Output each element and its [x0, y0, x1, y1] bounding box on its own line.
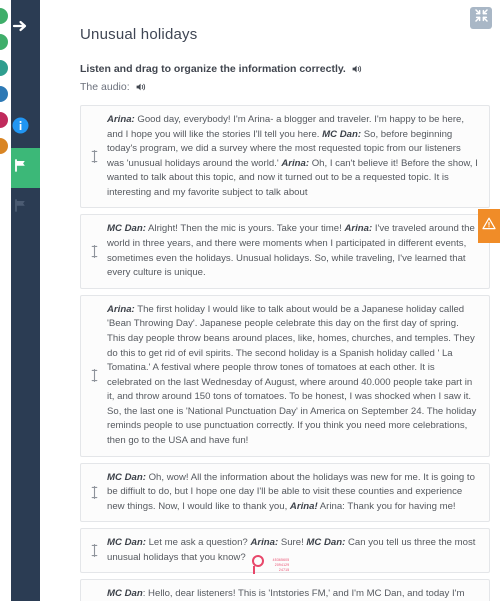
speaker-name: MC Dan: [107, 471, 146, 483]
color-dot [0, 110, 10, 130]
draggable-card[interactable]: MC Dan: Hello, dear listeners! This is '… [80, 579, 490, 601]
flag-icon [12, 157, 29, 179]
speaker-name: MC Dan: [306, 537, 346, 549]
logo-text-line: 24715 [278, 568, 290, 573]
brand-logo: 45365605 2094129 24715 [40, 555, 500, 575]
speech-text: : Hello, dear listeners! This is 'Intsto… [142, 588, 465, 600]
speaker-name: MC Dan [107, 588, 143, 600]
instruction-text-row: Listen and drag to organize the informat… [80, 63, 500, 75]
instructions-block: Listen and drag to organize the informat… [40, 43, 500, 93]
draggable-card[interactable]: MC Dan: Oh, wow! All the information abo… [80, 462, 490, 523]
speech-text: Sure! [278, 537, 307, 549]
speaker-name: Arina: [281, 157, 310, 169]
speaker-name: Arina: [344, 223, 373, 235]
speaker-name: Arina: [107, 114, 135, 125]
card-text: MC Dan: Hello, dear listeners! This is '… [107, 587, 479, 601]
instruction-text: Listen and drag to organize the informat… [80, 63, 346, 75]
speech-text: Alright! Then the mic is yours. Take you… [145, 223, 345, 235]
color-dot [0, 6, 10, 26]
speaker-name: Arina: [107, 303, 135, 315]
audio-speaker-icon[interactable] [136, 82, 147, 92]
logo-text-line: 2094129 [274, 562, 290, 567]
drag-handle-icon[interactable] [88, 368, 100, 384]
card-text: Arina: The first holiday I would like to… [107, 303, 479, 449]
warning-tab-button[interactable] [478, 209, 500, 243]
card-text: MC Dan: Alright! Then the mic is yours. … [107, 222, 479, 280]
speaker-name: Arina: [250, 537, 279, 549]
draggable-card-list[interactable]: Arina: Good day, everybody! I'm Arina- a… [40, 105, 500, 601]
collapse-fullscreen-button[interactable] [470, 7, 492, 29]
color-dot [0, 32, 10, 52]
arrow-right-icon [11, 17, 29, 40]
drag-handle-icon[interactable] [88, 244, 100, 260]
draggable-card[interactable]: Arina: Good day, everybody! I'm Arina- a… [80, 105, 490, 209]
ring-logo-icon [251, 555, 267, 575]
color-dot [0, 58, 10, 78]
speaker-icon[interactable] [352, 64, 363, 74]
app-root: Unusual holidays Listen and drag to orga… [0, 0, 500, 601]
color-dot [0, 84, 10, 104]
draggable-card[interactable]: MC Dan: Alright! Then the mic is yours. … [80, 214, 490, 289]
info-circle-icon [12, 117, 29, 139]
speech-text: Arina: Thank you for having me! [317, 500, 456, 512]
logo-text-line: 45365605 [272, 557, 290, 562]
audio-label-row: The audio: [80, 81, 500, 93]
audio-label: The audio: [80, 81, 130, 93]
speaker-name: MC Dan: [107, 537, 146, 549]
speaker-name: MC Dan: [107, 223, 146, 235]
main-panel: Unusual holidays Listen and drag to orga… [40, 0, 500, 601]
drag-handle-icon[interactable] [88, 484, 100, 500]
card-text: Arina: Good day, everybody! I'm Arina- a… [107, 113, 479, 200]
drag-handle-icon[interactable] [88, 149, 100, 165]
logo-text-lines: 45365605 2094129 24715 [273, 558, 290, 573]
draggable-card[interactable]: Arina: The first holiday I would like to… [80, 294, 490, 457]
page-title: Unusual holidays [80, 26, 198, 43]
color-dot-strip [0, 0, 11, 601]
flag-outline-icon [12, 197, 29, 219]
warning-triangle-icon [482, 217, 496, 235]
speech-text: Let me ask a question? [145, 537, 251, 549]
speaker-name: Arina! [289, 500, 318, 512]
card-text: MC Dan: Oh, wow! All the information abo… [107, 471, 479, 515]
color-dot [0, 136, 10, 156]
speaker-name: MC Dan: [322, 128, 362, 140]
speech-text: The first holiday I would like to talk a… [107, 303, 477, 446]
collapse-fullscreen-icon [474, 9, 488, 27]
